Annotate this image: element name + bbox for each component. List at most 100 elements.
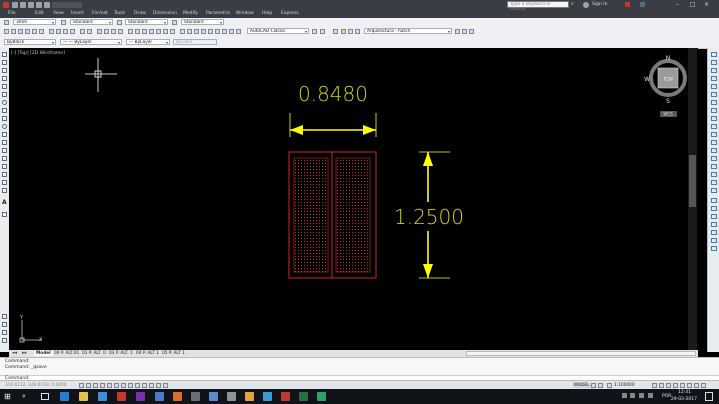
sign-in-link[interactable]: Sign In — [592, 2, 607, 7]
table-style-select[interactable]: Standard ▾ — [125, 19, 168, 25]
menu-modify[interactable]: Modify — [183, 11, 198, 16]
quickcalc-icon[interactable] — [163, 29, 168, 34]
right-tool-1-icon[interactable] — [711, 52, 717, 57]
mleader-style-select[interactable]: Standard ▾ — [181, 19, 224, 25]
layer-properties-icon[interactable] — [333, 29, 338, 34]
construction-line-icon[interactable] — [2, 60, 7, 65]
open-icon[interactable] — [20, 2, 26, 8]
hardware-acceleration-icon[interactable] — [680, 383, 685, 388]
right-tool-13-icon[interactable] — [711, 148, 717, 153]
xref-tool-icon[interactable] — [236, 29, 241, 34]
viewcube[interactable]: TOP N S E W — [644, 55, 692, 105]
properties-icon[interactable] — [128, 29, 133, 34]
right-tool-3-icon[interactable] — [711, 68, 717, 73]
right-tool-15-icon[interactable] — [711, 164, 717, 169]
taskbar-search-icon[interactable]: ⌕ — [22, 392, 26, 401]
workspace-dropdown[interactable] — [52, 2, 82, 8]
firefox-app-icon[interactable] — [173, 392, 182, 401]
layer-freeze-icon[interactable] — [348, 29, 353, 34]
calculator-app-icon[interactable] — [227, 392, 236, 401]
maximize-icon[interactable]: □ — [690, 1, 696, 8]
autocad-app-icon[interactable] — [117, 392, 126, 401]
horizontal-dimension[interactable]: 0.8480 — [289, 82, 377, 137]
right-tool-2-icon[interactable] — [711, 60, 717, 65]
zoom-realtime-icon[interactable] — [104, 29, 109, 34]
transparency-icon[interactable] — [149, 383, 154, 388]
clock-date[interactable]: 29-03-2017 — [671, 397, 697, 402]
isolate-objects-icon[interactable] — [687, 383, 692, 388]
new-icon[interactable] — [12, 2, 18, 8]
workspace-select[interactable]: AutoCAD Classic ▾ — [247, 28, 309, 34]
menu-edit[interactable]: Edit — [35, 11, 44, 16]
design-center-icon[interactable] — [135, 29, 140, 34]
notifications-icon[interactable] — [705, 392, 713, 401]
close-icon[interactable]: × — [704, 1, 709, 8]
right-tool-12-icon[interactable] — [711, 140, 717, 145]
insert-block-icon[interactable] — [2, 140, 7, 145]
make-current-layer-icon[interactable] — [455, 29, 460, 34]
layer-select[interactable]: Arquitectura - hatch ▾ — [364, 28, 452, 34]
text-style-select[interactable]: 3mm ▾ — [13, 19, 56, 25]
ellipse-arc-tool-icon[interactable] — [2, 132, 7, 137]
table-tool-icon[interactable] — [208, 29, 213, 34]
tab-scroll-last-icon[interactable]: ▸▸ — [22, 350, 27, 356]
right-tool-14-icon[interactable] — [711, 156, 717, 161]
excel-app-icon[interactable] — [299, 392, 308, 401]
right-tool-9-icon[interactable] — [711, 116, 717, 121]
coordinates-display[interactable]: 310.6112, 248.8119, 0.0000 — [5, 383, 67, 388]
zoom-window-icon[interactable] — [111, 29, 116, 34]
hatch-icon[interactable] — [2, 164, 7, 169]
quick-view-drawings-icon[interactable] — [598, 383, 603, 388]
object-snap-icon[interactable] — [114, 383, 119, 388]
measure-tool-icon[interactable] — [222, 29, 227, 34]
menu-file[interactable]: File — [8, 11, 16, 16]
right-tool-10-icon[interactable] — [711, 124, 717, 129]
layer-on-icon[interactable] — [341, 29, 346, 34]
copy-object-icon[interactable] — [2, 322, 7, 327]
vertical-dimension[interactable]: 1.2500 — [394, 151, 464, 279]
polygon-tool-icon[interactable] — [2, 76, 7, 81]
right-tool-20-icon[interactable] — [711, 206, 717, 211]
right-tool-7-icon[interactable] — [711, 100, 717, 105]
right-tool-18-icon[interactable] — [711, 188, 717, 193]
menu-express[interactable]: Express — [281, 11, 299, 16]
edge-app-icon[interactable] — [60, 392, 69, 401]
compass-north[interactable]: N — [666, 55, 671, 62]
wcs-menu[interactable]: WCS — [660, 111, 677, 117]
store-app-icon[interactable] — [98, 392, 107, 401]
right-tool-8-icon[interactable] — [711, 108, 717, 113]
network-icon[interactable] — [622, 393, 627, 398]
allow-ucs-icon[interactable] — [128, 383, 133, 388]
save-icon[interactable] — [28, 2, 34, 8]
selection-cycling-icon[interactable] — [163, 383, 168, 388]
right-tool-23-icon[interactable] — [711, 230, 717, 235]
right-tool-17-icon[interactable] — [711, 180, 717, 185]
tab-layout-00[interactable]: 00 P. ALT.01 — [54, 351, 79, 356]
drawing-canvas[interactable]: [-] [Top] [2D Wireframe] 0.8480 1.2500 T… — [9, 48, 698, 350]
toolbar-lock-icon[interactable] — [673, 383, 678, 388]
new-file-icon[interactable] — [4, 29, 9, 34]
layer-states-icon[interactable] — [469, 29, 474, 34]
quick-properties-icon[interactable] — [156, 383, 161, 388]
match-properties-icon[interactable] — [70, 29, 75, 34]
tab-layout-01[interactable]: 01 P. ALT. 0 — [82, 351, 106, 356]
compass-south[interactable]: S — [666, 98, 670, 105]
right-tool-25-icon[interactable] — [711, 246, 717, 251]
horizontal-scrollbar[interactable] — [466, 351, 696, 356]
open-file-icon[interactable] — [11, 29, 16, 34]
task-view-icon[interactable] — [41, 393, 49, 400]
right-tool-24-icon[interactable] — [711, 238, 717, 243]
app-5-icon[interactable] — [136, 392, 145, 401]
app-6-icon[interactable] — [155, 392, 164, 401]
sheet-set-icon[interactable] — [149, 29, 154, 34]
battery-icon[interactable] — [639, 393, 644, 398]
grid-display-icon[interactable] — [93, 383, 98, 388]
point-tool-icon[interactable] — [2, 156, 7, 161]
annotation-visibility-icon[interactable] — [652, 383, 657, 388]
redo-toolbar-icon[interactable] — [87, 29, 92, 34]
layer-lock-icon[interactable] — [355, 29, 360, 34]
table-style-icon[interactable] — [117, 20, 122, 25]
exchange-icon[interactable] — [625, 2, 630, 7]
menu-window[interactable]: Window — [236, 11, 254, 16]
ellipse-tool-icon[interactable] — [2, 124, 7, 129]
